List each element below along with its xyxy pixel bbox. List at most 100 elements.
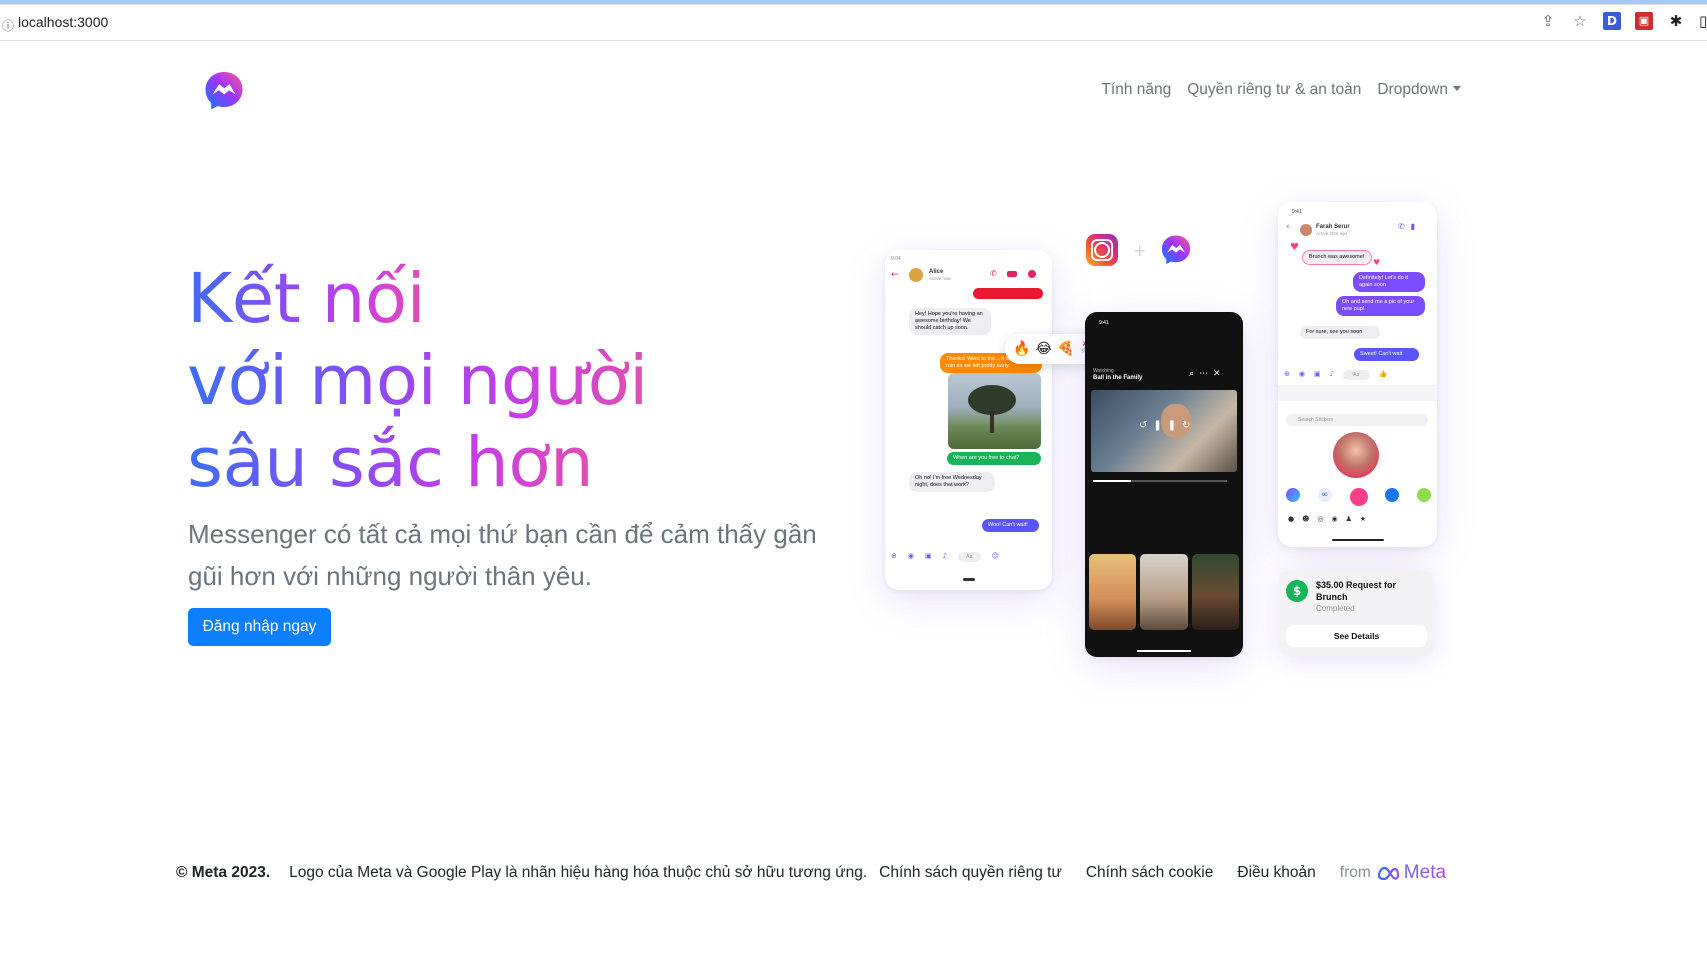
sticker-icon — [1385, 488, 1400, 502]
puzzle-icon[interactable]: ✱ — [1667, 12, 1685, 30]
image-icon: ▣ — [924, 552, 932, 560]
heart-icon: ♥ — [1290, 242, 1299, 253]
nav-item-privacy[interactable]: Quyền riêng tư & an toàn — [1187, 81, 1361, 99]
plus-circle-icon: ⊕ — [891, 552, 897, 560]
footer: © Meta 2023. Logo của Meta và Google Pla… — [176, 862, 1446, 884]
dollar-icon: $ — [1286, 580, 1308, 602]
home-indicator — [1332, 539, 1384, 541]
contact-status: Active 20m ago — [1316, 231, 1348, 236]
status-time: 9:04 — [891, 256, 901, 262]
url-text[interactable]: localhost:3000 — [18, 14, 108, 30]
footer-link-privacy[interactable]: Chính sách quyền riêng tư — [879, 864, 1062, 882]
composer-icons: ⊕ ◉ ▣ ♪ Aa ☺ — [891, 552, 1046, 562]
sticker-icon — [1417, 488, 1431, 502]
messenger-logo[interactable] — [203, 70, 245, 112]
playback-icons: ↺❚❚↻ — [1139, 420, 1197, 431]
message-bubble: Oh and send me a pic of your new pup! — [1336, 296, 1425, 316]
phone-mockup-farah-chat: 9:41 ‹ Farah Serur Active 20m ago ✆▮ Bru… — [1278, 202, 1437, 547]
progress-track — [1093, 480, 1227, 482]
show-title: Ball in the Family — [1093, 375, 1143, 381]
from-label: from — [1339, 864, 1371, 881]
sticker-search-input: Search Stickers — [1286, 414, 1428, 426]
heart-icon: ♥ — [1373, 258, 1381, 267]
participant-video — [1089, 554, 1136, 630]
sticker-icon — [1286, 488, 1300, 502]
extension-d-icon[interactable]: D — [1603, 12, 1621, 30]
footer-link-terms[interactable]: Điều khoản — [1237, 864, 1315, 882]
share-icon[interactable]: ⇪ — [1539, 12, 1557, 30]
info-icon[interactable]: ⓘ — [2, 17, 14, 34]
plus-circle-icon: ⊕ — [1284, 370, 1290, 378]
nav-item-features[interactable]: Tính năng — [1101, 81, 1171, 99]
home-indicator — [1137, 650, 1191, 652]
instagram-icon — [1086, 234, 1118, 266]
sticker-row-2: ●☻◎◉♟★ — [1288, 515, 1375, 523]
avatar — [909, 268, 923, 282]
mic-icon: ♪ — [1329, 370, 1335, 378]
hero-subtitle: Messenger có tất cả mọi thứ bạn cần để c… — [188, 519, 817, 591]
sticker-preview — [1333, 432, 1379, 478]
browser-toolbar: ⇪ ☆ D ▣ ✱ ▯ — [1539, 12, 1707, 30]
see-details-button: See Details — [1286, 625, 1427, 647]
payment-status: Completed — [1316, 604, 1355, 613]
tab-strip-accent — [0, 0, 1707, 4]
footer-link-cookies[interactable]: Chính sách cookie — [1086, 864, 1214, 882]
phone-mockup-alice-chat: 9:04 Alice Active now ← ✆ Hey! Hope you'… — [885, 250, 1052, 590]
back-arrow-icon: ‹ — [1286, 222, 1290, 232]
progress-fill — [1093, 480, 1131, 482]
copyright: © Meta 2023. — [176, 864, 271, 881]
sticker-row: ∞ — [1286, 488, 1431, 506]
participant-video — [1140, 554, 1188, 630]
main-nav: Tính năng Quyền riêng tư & an toàn Dropd… — [1101, 81, 1461, 99]
phone-mockup-watch-together: 9:41 Watching Ball in the Family ⌕⋯✕ ↺❚❚… — [1085, 312, 1243, 657]
status-time: 9:41 — [1292, 209, 1302, 215]
info-chat-icon — [1028, 270, 1036, 278]
extension-red-icon[interactable]: ▣ — [1635, 12, 1653, 30]
video-player: ↺❚❚↻ — [1091, 390, 1237, 472]
camera-icon: ◉ — [1298, 370, 1305, 378]
composer-input: Aa — [1343, 370, 1370, 380]
meta-infinity-icon — [1377, 866, 1399, 880]
home-indicator — [963, 578, 975, 581]
nav-item-dropdown[interactable]: Dropdown — [1377, 81, 1461, 99]
tree-photo — [948, 373, 1041, 449]
contact-status: Active now — [929, 276, 951, 281]
video-icon — [1007, 271, 1017, 277]
sticker-tabs — [1278, 385, 1437, 401]
trademark-disclaimer: Logo của Meta và Google Play là nhãn hiệ… — [289, 864, 868, 881]
call-icons: ✆▮ — [1398, 222, 1422, 231]
message-bubble: Definitely! Let's do it again soon — [1353, 272, 1425, 292]
participant-video — [1192, 554, 1239, 630]
video-controls-icons: ⌕⋯✕ — [1189, 369, 1226, 379]
payment-title: $35.00 Request for Brunch — [1316, 580, 1397, 602]
payment-card: $ $35.00 Request for Brunch Completed Se… — [1278, 571, 1435, 656]
mic-icon: ♪ — [942, 552, 948, 560]
image-icon: ▣ — [1313, 370, 1321, 378]
composer-input: Aa — [958, 552, 981, 562]
hero-title-line: Kết nối — [187, 259, 426, 339]
messenger-mini-icon — [1161, 235, 1191, 265]
audio-bar — [973, 288, 1043, 299]
sticker-icon: ∞ — [1317, 488, 1332, 502]
avatar — [1300, 224, 1312, 236]
sidebar-icon[interactable]: ▯ — [1699, 12, 1707, 30]
address-bar[interactable]: ⓘ localhost:3000 ⇪ ☆ D ▣ ✱ ▯ — [0, 5, 1707, 41]
message-bubble: Woo! Can't wait! — [982, 519, 1039, 532]
message-bubble: Sweet! Can't wait — [1354, 348, 1419, 361]
camera-icon: ◉ — [907, 552, 914, 560]
plus-icon: + — [1133, 241, 1147, 260]
message-bubble: Brunch was awesome! — [1302, 250, 1372, 265]
status-time: 9:41 — [1099, 320, 1109, 326]
meta-logo[interactable]: Meta — [1377, 862, 1446, 884]
composer-icons: ⊕ ◉ ▣ ♪ Aa 👍 — [1284, 370, 1432, 380]
sticker-icon — [1349, 488, 1368, 506]
like-icon: 👍 — [1378, 370, 1388, 378]
nav-dropdown-label: Dropdown — [1377, 81, 1448, 98]
star-icon[interactable]: ☆ — [1571, 12, 1589, 30]
login-now-button[interactable]: Đăng nhập ngay — [188, 608, 331, 646]
caret-down-icon — [1453, 86, 1461, 91]
message-bubble: Hey! Hope you're having an awesome birth… — [909, 308, 991, 335]
meta-wordmark: Meta — [1403, 862, 1447, 883]
hero-title-line: sâu sắc hơn — [187, 423, 594, 503]
emoji-icon: ☺ — [991, 552, 999, 560]
